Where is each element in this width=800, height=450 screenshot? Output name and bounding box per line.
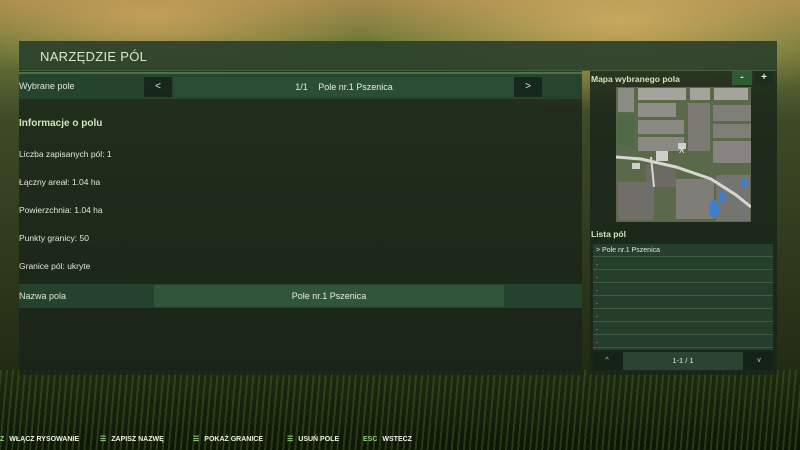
zoom-out-button[interactable]: - — [732, 71, 752, 85]
delete-field-label: USUŃ POLE — [298, 436, 340, 443]
map-and-list-panel: Mapa wybranego pola - + X Lista pól > Po… — [590, 71, 777, 375]
field-marker: X — [679, 146, 685, 155]
field-selector-label: Wybrane pole — [19, 81, 75, 91]
zoom-in-button[interactable]: + — [754, 71, 774, 85]
field-selector-name: Pole nr.1 Pszenica — [318, 82, 393, 92]
list-item[interactable]: . — [593, 257, 773, 270]
field-list-heading: Lista pól — [591, 229, 626, 239]
list-down-button[interactable]: v — [745, 352, 773, 370]
info-boundaries-state: Granice pól: ukryte — [19, 261, 91, 271]
show-boundaries-label: POKAŻ GRANICE — [204, 436, 264, 443]
field-list-pagination: ^ 1-1 / 1 v — [593, 352, 773, 370]
footer-show-boundaries[interactable]: ☰ POKAŻ GRANICE — [193, 433, 263, 447]
list-item[interactable]: . — [593, 335, 773, 348]
field-selector-page: 1/1 — [295, 82, 308, 92]
window-title: NARZĘDZIE PÓL — [40, 49, 148, 64]
map-header: Mapa wybranego pola - + — [590, 71, 777, 85]
footer-action-bar: Z WŁĄCZ RYSOWANIE ☰ ZAPISZ NAZWĘ ☰ POKAŻ GR… — [0, 430, 800, 450]
field-selector-row: Wybrane pole < 1/1 Pole nr.1 Pszenica > — [19, 72, 582, 99]
save-name-label: ZAPISZ NAZWĘ — [111, 436, 164, 443]
footer-back[interactable]: ESC WSTECZ — [363, 433, 412, 447]
info-surface: Powierzchnia: 1.04 ha — [19, 205, 103, 215]
list-page-indicator: 1-1 / 1 — [623, 352, 743, 370]
field-list: > Pole nr.1 Pszenica . . . . . . . — [593, 244, 773, 350]
list-item[interactable]: . — [593, 309, 773, 322]
info-saved-fields: Liczba zapisanych pól: 1 — [19, 149, 112, 159]
link-icon: ☰ — [100, 436, 107, 443]
map-heading: Mapa wybranego pola — [591, 74, 680, 84]
info-boundary-points: Punkty granicy: 50 — [19, 233, 89, 243]
previous-field-button[interactable]: < — [144, 77, 172, 97]
list-item[interactable]: . — [593, 296, 773, 309]
field-name-label: Nazwa pola — [19, 291, 67, 301]
footer-save-name[interactable]: ☰ ZAPISZ NAZWĘ — [100, 433, 164, 447]
field-selector-value[interactable]: 1/1 Pole nr.1 Pszenica — [174, 77, 514, 97]
info-total-area: Łączny areał: 1.04 ha — [19, 177, 101, 187]
link-icon: ☰ — [193, 436, 200, 443]
footer-delete-field[interactable]: ☰ USUŃ POLE — [287, 433, 339, 447]
toggle-drawing-key: Z — [0, 436, 5, 443]
list-item[interactable]: . — [593, 322, 773, 335]
back-key: ESC — [363, 436, 378, 443]
field-name-row: Nazwa pola Pole nr.1 Pszenica — [19, 284, 582, 308]
list-item[interactable]: . — [593, 283, 773, 296]
field-name-input[interactable]: Pole nr.1 Pszenica — [154, 285, 504, 307]
info-heading: Informacje o polu — [19, 118, 103, 129]
link-icon: ☰ — [287, 436, 294, 443]
list-item[interactable]: . — [593, 270, 773, 283]
field-minimap[interactable]: X — [616, 87, 751, 222]
list-up-button[interactable]: ^ — [593, 352, 621, 370]
list-item[interactable]: > Pole nr.1 Pszenica — [593, 244, 773, 257]
title-bar: NARZĘDZIE PÓL — [19, 41, 777, 71]
back-label: WSTECZ — [382, 436, 412, 443]
field-tool-window: NARZĘDZIE PÓL Wybrane pole < 1/1 Pole nr… — [19, 41, 777, 375]
toggle-drawing-label: WŁĄCZ RYSOWANIE — [9, 436, 80, 443]
field-info-panel: Wybrane pole < 1/1 Pole nr.1 Pszenica > … — [19, 71, 582, 375]
footer-toggle-drawing[interactable]: Z WŁĄCZ RYSOWANIE — [0, 433, 79, 447]
next-field-button[interactable]: > — [514, 77, 542, 97]
